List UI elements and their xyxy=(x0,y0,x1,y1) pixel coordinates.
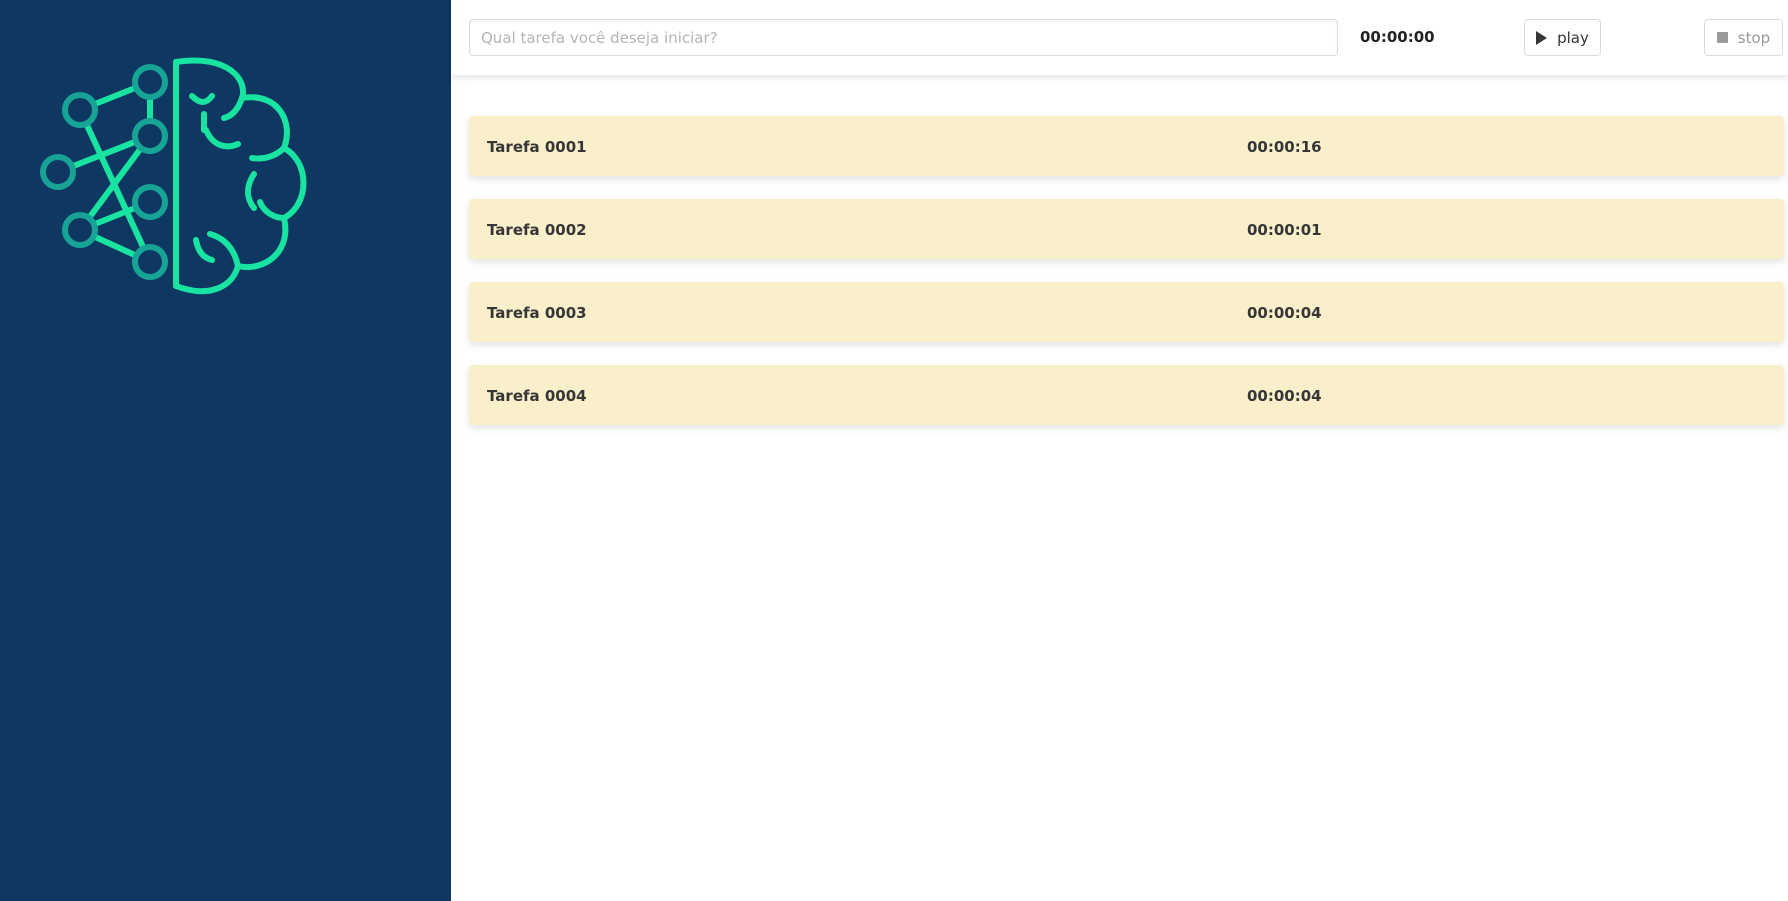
task-name-input[interactable] xyxy=(469,19,1338,56)
task-item[interactable]: Tarefa 0004 00:00:04 xyxy=(469,365,1784,425)
app-root: 00:00:00 play stop Tarefa 0001 00:00:16 … xyxy=(0,0,1788,901)
play-button[interactable]: play xyxy=(1524,19,1601,56)
task-time: 00:00:04 xyxy=(1247,304,1322,322)
task-name: Tarefa 0001 xyxy=(487,138,587,156)
task-list: Tarefa 0001 00:00:16 Tarefa 0002 00:00:0… xyxy=(469,116,1784,448)
main-content: 00:00:00 play stop Tarefa 0001 00:00:16 … xyxy=(451,0,1788,901)
task-form-bar: 00:00:00 play stop xyxy=(451,0,1788,75)
task-name: Tarefa 0003 xyxy=(487,304,587,322)
stop-icon xyxy=(1716,32,1728,43)
stop-label: stop xyxy=(1737,28,1771,47)
brain-network-icon xyxy=(40,57,307,295)
stop-button[interactable]: stop xyxy=(1704,19,1783,56)
task-item[interactable]: Tarefa 0002 00:00:01 xyxy=(469,199,1784,259)
task-time: 00:00:16 xyxy=(1247,138,1322,156)
sidebar xyxy=(0,0,451,901)
task-item[interactable]: Tarefa 0001 00:00:16 xyxy=(469,116,1784,176)
task-name: Tarefa 0004 xyxy=(487,387,587,405)
task-time: 00:00:04 xyxy=(1247,387,1322,405)
current-timer: 00:00:00 xyxy=(1360,28,1435,46)
task-name: Tarefa 0002 xyxy=(487,221,587,239)
play-label: play xyxy=(1557,28,1589,47)
play-icon xyxy=(1536,30,1548,45)
task-time: 00:00:01 xyxy=(1247,221,1322,239)
task-item[interactable]: Tarefa 0003 00:00:04 xyxy=(469,282,1784,342)
